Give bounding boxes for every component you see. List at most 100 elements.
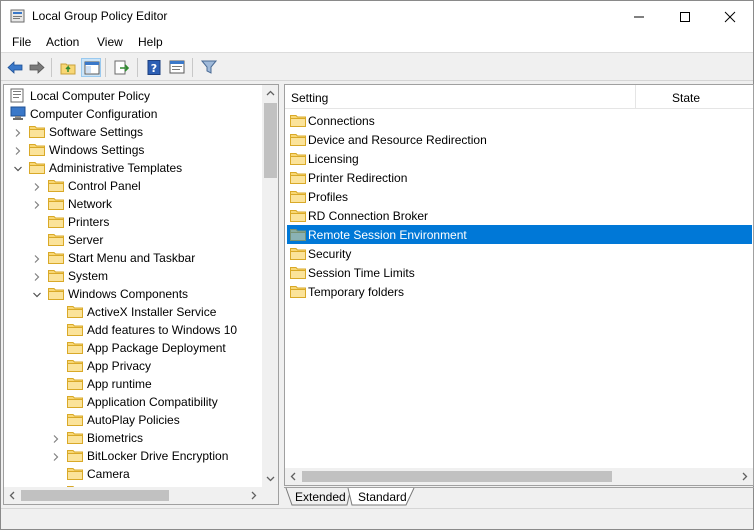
tree-vertical-scrollbar[interactable] [262, 85, 278, 487]
tree-node[interactable]: Network [4, 195, 262, 213]
list-item[interactable]: Printer Redirection [287, 168, 752, 187]
tree-node-label: Application Compatibility [87, 395, 218, 409]
tree-node[interactable]: Windows Components [4, 285, 262, 303]
folder-icon [48, 268, 64, 283]
chevron-right-icon[interactable] [13, 127, 23, 137]
tree-node-label: Windows Settings [49, 143, 145, 157]
tree-horizontal-scroll-thumb[interactable] [21, 490, 169, 501]
list-item[interactable]: Licensing [287, 149, 752, 168]
chevron-right-icon[interactable] [32, 199, 42, 209]
list-item[interactable]: Temporary folders [287, 282, 752, 301]
tree-node[interactable]: Biometrics [4, 429, 262, 447]
list-item[interactable]: Device and Resource Redirection [287, 130, 752, 149]
scroll-up-arrow-icon[interactable] [262, 85, 278, 102]
chevron-right-icon[interactable] [32, 181, 42, 191]
column-header-state[interactable]: State [636, 85, 753, 109]
chevron-right-icon[interactable] [51, 451, 61, 461]
tab-standard[interactable]: Standard [354, 487, 412, 506]
folder-icon [290, 151, 306, 166]
menu-file[interactable]: File [12, 35, 31, 49]
folder-icon [48, 232, 64, 247]
list-horizontal-scroll-thumb[interactable] [302, 471, 612, 482]
show-hide-tree-button[interactable] [81, 58, 101, 77]
list-item-label: Remote Session Environment [308, 228, 467, 242]
tree-node[interactable]: AutoPlay Policies [4, 411, 262, 429]
console-tree-pane[interactable]: Local Computer Policy Computer Configurat… [3, 84, 279, 505]
tree-node[interactable]: BitLocker Drive Encryption [4, 447, 262, 465]
tree-node[interactable]: Start Menu and Taskbar [4, 249, 262, 267]
tree-node[interactable]: Software Settings [4, 123, 262, 141]
tree-node[interactable]: Add features to Windows 10 [4, 321, 262, 339]
scroll-left-arrow-icon[interactable] [285, 468, 302, 485]
tree-node-label: Server [68, 233, 104, 247]
title-bar[interactable]: Local Group Policy Editor [1, 1, 753, 32]
help-button[interactable]: ? [144, 58, 164, 77]
chevron-right-icon[interactable] [32, 253, 42, 263]
tree-node[interactable]: Printers [4, 213, 262, 231]
list-item-label: Security [308, 247, 352, 261]
tree-node[interactable]: Computer Configuration [4, 105, 262, 123]
column-header-setting[interactable]: Setting [285, 85, 635, 109]
tree-horizontal-scrollbar[interactable] [4, 487, 278, 504]
toolbar: ? [1, 54, 753, 81]
tree-node[interactable]: Server [4, 231, 262, 249]
properties-button[interactable] [167, 58, 187, 77]
tree-node-label: Start Menu and Taskbar [68, 251, 196, 265]
tree-node[interactable]: ActiveX Installer Service [4, 303, 262, 321]
menu-action[interactable]: Action [46, 35, 79, 49]
tree-node-label: Windows Components [68, 287, 189, 301]
tree-node[interactable]: App runtime [4, 375, 262, 393]
folder-icon [67, 412, 83, 427]
folder-icon [290, 208, 306, 223]
chevron-right-icon[interactable] [51, 433, 61, 443]
close-button[interactable] [707, 1, 753, 32]
list-item[interactable]: Security [287, 244, 752, 263]
list-item[interactable]: Remote Session Environment [287, 225, 752, 244]
list-item-label: Profiles [308, 190, 349, 204]
tree-node[interactable]: Local Computer Policy [4, 87, 262, 105]
chevron-right-icon[interactable] [32, 271, 42, 281]
list-item[interactable]: Session Time Limits [287, 263, 752, 282]
tree-node-label: Network [68, 197, 113, 211]
tree-node-label: App Package Deployment [87, 341, 226, 355]
scroll-left-arrow-icon[interactable] [4, 487, 21, 504]
back-button[interactable] [5, 58, 25, 77]
settings-list-pane[interactable]: Setting State Connections Device and Reso… [284, 84, 754, 486]
tree-node[interactable]: System [4, 267, 262, 285]
up-folder-button[interactable] [58, 58, 78, 77]
maximize-button[interactable] [662, 1, 708, 32]
chevron-right-icon[interactable] [13, 145, 23, 155]
list-horizontal-scrollbar[interactable] [285, 468, 753, 485]
folder-icon [290, 265, 306, 280]
forward-icon [29, 61, 45, 74]
scroll-right-arrow-icon[interactable] [245, 487, 262, 504]
tab-extended[interactable]: Extended [292, 487, 350, 506]
filter-button[interactable] [199, 58, 219, 77]
chevron-down-icon[interactable] [13, 163, 23, 173]
chevron-down-icon[interactable] [3, 109, 4, 119]
minimize-button[interactable] [616, 1, 662, 32]
forward-button[interactable] [27, 58, 47, 77]
export-list-button[interactable] [112, 58, 132, 77]
scroll-down-arrow-icon[interactable] [262, 470, 278, 487]
export-list-icon [114, 60, 130, 75]
tree-node[interactable]: App Package Deployment [4, 339, 262, 357]
tree-node[interactable]: Control Panel [4, 177, 262, 195]
menu-help[interactable]: Help [138, 35, 163, 49]
folder-icon [29, 142, 45, 157]
list-item[interactable]: RD Connection Broker [287, 206, 752, 225]
list-item[interactable]: Profiles [287, 187, 752, 206]
tree-node[interactable]: Application Compatibility [4, 393, 262, 411]
tree-node[interactable]: Windows Settings [4, 141, 262, 159]
list-item[interactable]: Connections [287, 111, 752, 130]
menu-view[interactable]: View [97, 35, 123, 49]
tree-vertical-scroll-thumb[interactable] [264, 103, 277, 178]
tree-node[interactable]: Administrative Templates [4, 159, 262, 177]
tree-node-label: Control Panel [68, 179, 141, 193]
svg-text:?: ? [151, 62, 157, 75]
scroll-right-arrow-icon[interactable] [736, 468, 753, 485]
folder-icon [290, 189, 306, 204]
tree-node[interactable]: App Privacy [4, 357, 262, 375]
chevron-down-icon[interactable] [32, 289, 42, 299]
tree-node[interactable]: Camera [4, 465, 262, 483]
